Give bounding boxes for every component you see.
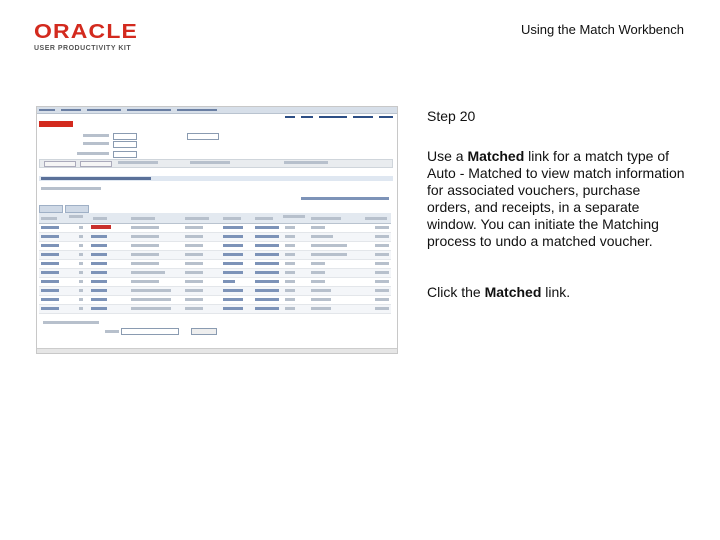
screenshot-grid-nav [301,197,389,200]
screenshot-field-4 [113,151,137,158]
screenshot-filter-button [80,161,112,167]
step-instruction: Click the Matched link. [427,284,687,301]
screenshot-grid-row [39,242,391,251]
screenshot-label-3 [77,152,109,155]
screenshot-toolbar [39,159,393,168]
screenshot-field-3 [113,141,137,148]
instruction-suffix: link. [541,284,571,300]
screenshot-grid-header [39,213,391,224]
page-title: Using the Match Workbench [520,22,684,37]
workbench-screenshot [36,106,398,354]
screenshot-grid-row [39,296,391,305]
instruction-prefix: Click the [427,284,485,300]
screenshot-toolbar-text-3 [284,161,328,164]
screenshot-toolbar-text-2 [190,161,230,164]
screenshot-tabs [39,205,89,213]
screenshot-oracle-logo [39,121,73,127]
instruction-bold-term: Matched [484,284,542,300]
screenshot-label-2 [83,142,109,145]
screenshot-label-1 [83,134,109,137]
step-label: Step 20 [427,108,476,124]
screenshot-field-1 [113,133,137,140]
logo-subtitle: USER PRODUCTIVITY KIT [34,45,132,52]
logo-brand-text: ORACLE [34,21,139,43]
screenshot-radio-row [41,187,101,190]
screenshot-field-2 [187,133,219,140]
description-prefix: Use a [427,148,468,164]
oracle-logo: ORACLE USER PRODUCTIVITY KIT [34,22,137,52]
screenshot-action-area [39,321,391,349]
screenshot-grid-row [39,260,391,269]
screenshot-grid-row [39,224,391,233]
description-bold-term: Matched [467,148,525,164]
screenshot-grid-row [39,233,391,242]
screenshot-search-button [44,161,76,167]
screenshot-grid-row [39,278,391,287]
step-description: Use a Matched link for a match type of A… [427,148,687,250]
screenshot-grid-row [39,251,391,260]
screenshot-tab-1 [39,205,63,213]
screenshot-grid-row [39,269,391,278]
screenshot-results-header [39,176,393,181]
screenshot-toplinks [285,116,393,118]
screenshot-toolbar-text-1 [118,161,158,164]
matched-link-highlight [91,225,111,229]
screenshot-scrollbar [37,348,397,353]
screenshot-navbar [37,107,397,114]
screenshot-grid [39,213,391,314]
screenshot-grid-row [39,287,391,296]
screenshot-grid-row [39,305,391,314]
screenshot-tab-2 [65,205,89,213]
